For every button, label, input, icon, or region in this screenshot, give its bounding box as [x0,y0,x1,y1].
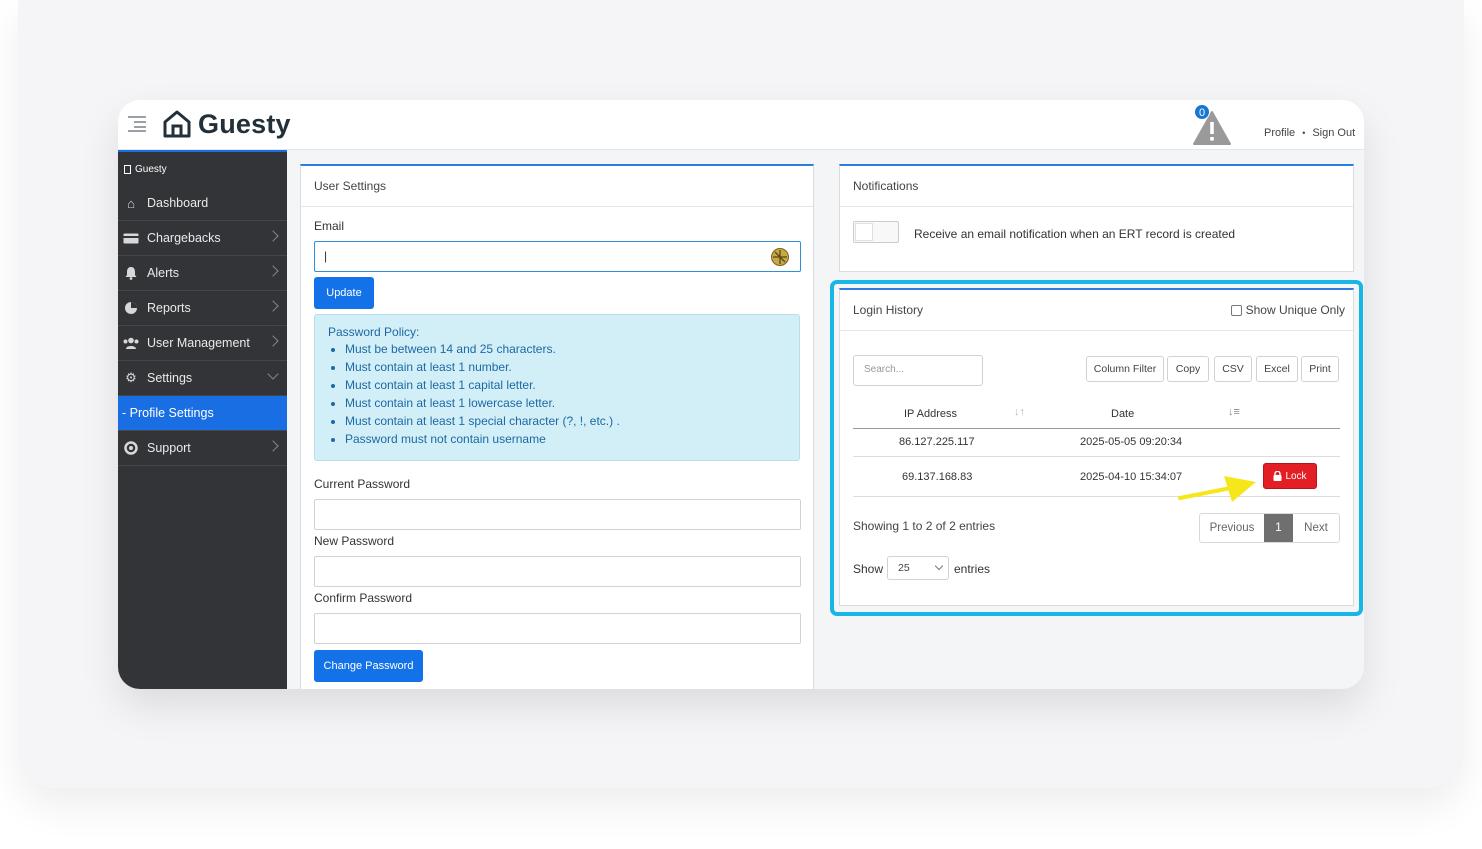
panel-title: Notifications [840,166,1353,207]
sidebar-item-label: Settings [147,371,193,385]
email-field-value: | [324,249,328,263]
sidebar-item-settings[interactable]: ⚙ Settings [118,361,287,396]
password-manager-icon[interactable] [770,247,790,267]
profile-link[interactable]: Profile [1264,127,1295,139]
sidebar-item-label: Chargebacks [147,231,221,245]
list-item: Password must not contain username [345,430,786,448]
sign-out-link[interactable]: Sign Out [1312,127,1355,139]
policy-list: Must be between 14 and 25 characters. Mu… [328,340,786,448]
sidebar-brand[interactable]: Guesty [118,152,287,186]
sidebar-item-label: Support [147,441,191,455]
sidebar-item-reports[interactable]: Reports [118,291,287,326]
sidebar-item-label: Reports [147,301,191,315]
current-password-label: Current Password [314,477,411,491]
sidebar-brand-label: Guesty [135,163,167,175]
guesty-logo[interactable]: Guesty [162,106,291,142]
confirm-password-label: Confirm Password [314,591,413,605]
chevron-right-icon [267,230,279,242]
login-history-highlight [830,280,1363,616]
chevron-right-icon [267,300,279,312]
new-password-label: New Password [314,534,395,548]
pie-chart-icon [122,301,140,315]
ert-notification-label: Receive an email notification when an ER… [914,227,1236,241]
chevron-right-icon [267,440,279,452]
notifications-panel: Notifications Receive an email notificat… [839,164,1354,272]
sidebar-item-user-management[interactable]: User Management [118,326,287,361]
confirm-password-field[interactable] [314,613,801,644]
email-label: Email [314,219,345,233]
gear-icon: ⚙ [125,370,137,385]
users-icon [122,336,140,350]
header-links: Profile • Sign Out [1264,127,1355,139]
sidebar-item-chargebacks[interactable]: Chargebacks [118,221,287,256]
password-policy-box: Password Policy: Must be between 14 and … [314,314,800,461]
update-button[interactable]: Update [314,277,374,309]
sidebar-item-label: Alerts [147,266,179,280]
sidebar-toggle-icon[interactable] [128,116,146,132]
notifications-alert[interactable]: 0 [1192,104,1232,146]
sidebar-item-alerts[interactable]: Alerts [118,256,287,291]
sidebar: Guesty ⌂ Dashboard Chargebacks Alerts Re… [118,150,287,689]
sidebar-item-profile-settings[interactable]: - Profile Settings [118,396,287,431]
email-field[interactable]: | [314,241,801,272]
building-icon [124,164,131,174]
panel-title: User Settings [301,166,813,207]
change-password-button[interactable]: Change Password [314,650,423,682]
toggle-knob [855,223,873,241]
chevron-right-icon [267,265,279,277]
list-item: Must be between 14 and 25 characters. [345,340,786,358]
new-password-field[interactable] [314,556,801,587]
sidebar-item-support[interactable]: Support [118,431,287,466]
card-icon [122,231,140,245]
chevron-right-icon [267,335,279,347]
bell-icon [122,266,140,280]
link-separator: • [1302,128,1306,138]
house-logo-icon [163,110,191,138]
sidebar-item-label: User Management [147,336,250,350]
notification-count-badge: 0 [1194,104,1210,120]
current-password-field[interactable] [314,499,801,530]
top-header: Guesty 0 Profile • Sign Out [118,100,1364,150]
chevron-down-icon [267,368,279,380]
list-item: Must contain at least 1 lowercase letter… [345,394,786,412]
sidebar-item-label: Dashboard [147,196,209,210]
list-item: Must contain at least 1 special characte… [345,412,786,430]
ert-notification-toggle[interactable] [853,221,899,243]
user-settings-panel: User Settings Email | Update Password Po… [300,164,814,689]
list-item: Must contain at least 1 capital letter. [345,376,786,394]
sidebar-item-dashboard[interactable]: ⌂ Dashboard [118,186,287,221]
list-item: Must contain at least 1 number. [345,358,786,376]
lifebuoy-icon [122,441,140,455]
sidebar-item-label: - Profile Settings [122,406,214,420]
logo-text: Guesty [198,108,291,139]
home-icon: ⌂ [127,195,135,211]
policy-title: Password Policy: [328,325,420,339]
app-window: Guesty 0 Profile • Sign Out Guesty ⌂ Das… [118,100,1364,689]
arrow-annotation-icon [1178,476,1256,502]
